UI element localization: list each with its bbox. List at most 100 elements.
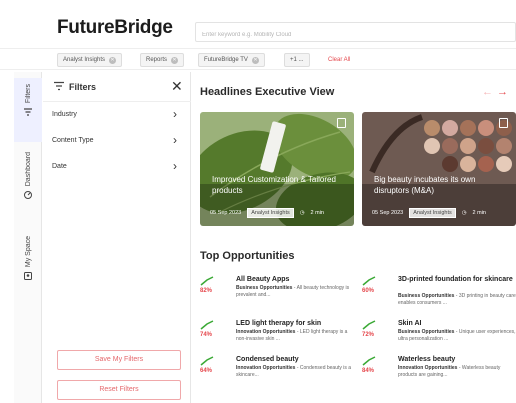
opportunity-name: Waterless beauty <box>398 356 456 363</box>
chevron-right-icon: › <box>173 107 177 121</box>
carousel-arrows: ← → <box>482 86 508 98</box>
card-meta: 05 Sep 2023 Analyst Insights ◷ 2 min <box>372 208 486 218</box>
opportunity-name: 3D-printed foundation for skincare <box>398 276 513 283</box>
rail-label-my-space: My Space <box>24 236 32 268</box>
headlines-title: Headlines Executive View <box>200 86 335 98</box>
chip-remove-icon[interactable]: ✕ <box>251 56 259 64</box>
opportunity-category: Innovation Opportunities <box>236 365 296 371</box>
reset-filters-button[interactable]: Reset Filters <box>57 380 181 400</box>
save-my-filters-button[interactable]: Save My Filters <box>57 350 181 370</box>
headline-card[interactable]: Improved Customization & Tailored produc… <box>200 112 354 226</box>
trend-up-icon <box>362 320 376 330</box>
applied-filters-bar: Analyst Insights ✕ Reports ✕ FutureBridg… <box>0 48 516 70</box>
chevron-right-icon: › <box>173 133 177 147</box>
opportunity-category: Innovation Opportunities <box>398 365 458 371</box>
my-space-icon <box>24 272 32 281</box>
clear-all-link[interactable]: Clear All <box>328 57 350 63</box>
dashboard-icon <box>24 191 32 200</box>
card-read-time: 2 min <box>310 210 324 216</box>
filter-row-label: Content Type <box>52 137 94 144</box>
opportunity-name: All Beauty Apps <box>236 276 290 283</box>
opportunity-description: Business Opportunities - 3D printing in … <box>398 293 516 306</box>
side-rail: Filters Dashboard My Space <box>14 72 42 403</box>
chip-label: Reports <box>146 57 168 63</box>
opportunity-category: Innovation Opportunities <box>236 329 296 335</box>
card-title: Improved Customization & Tailored produc… <box>212 175 336 195</box>
close-icon[interactable]: ✕ <box>171 78 183 95</box>
opportunity-category: Business Opportunities <box>398 329 455 335</box>
filter-row-industry[interactable]: Industry › <box>43 102 191 130</box>
headline-card[interactable]: Big beauty incubates its own disruptors … <box>362 112 516 226</box>
opportunity-percent: 84% <box>362 368 375 374</box>
app-header: FutureBridge <box>0 0 516 46</box>
opportunity-percent: 64% <box>200 368 213 374</box>
opportunity-percent: 72% <box>362 332 375 338</box>
chip-more[interactable]: +1 ... <box>284 53 310 67</box>
card-date: 05 Sep 2023 <box>210 210 242 216</box>
opportunity-item[interactable]: 60% 3D-printed foundation for skincare B… <box>362 276 516 314</box>
opportunity-name: Condensed beauty <box>236 356 299 363</box>
arrow-right-icon[interactable]: → <box>497 86 508 98</box>
trend-up-icon <box>200 320 214 330</box>
filter-icon <box>24 108 32 116</box>
opportunity-description: Business Opportunities - Unique user exp… <box>398 329 516 342</box>
chip-label: +1 ... <box>290 57 304 63</box>
filter-row-label: Industry <box>52 111 77 118</box>
chip-reports[interactable]: Reports ✕ <box>140 53 185 67</box>
main-content: Headlines Executive View ← → Improved Cus… <box>192 72 516 403</box>
rail-item-my-space[interactable]: My Space <box>14 232 42 292</box>
opportunity-item[interactable]: 84% Waterless beauty Innovation Opportun… <box>362 356 516 394</box>
top-opportunities-title: Top Opportunities <box>200 250 295 262</box>
opportunity-item[interactable]: 64% Condensed beauty Innovation Opportun… <box>200 356 360 394</box>
opportunity-name: LED light therapy for skin <box>236 320 322 327</box>
opportunity-percent: 74% <box>200 332 213 338</box>
trend-up-icon <box>200 356 214 366</box>
chip-futurebridge-tv[interactable]: FutureBridge TV ✕ <box>198 53 265 67</box>
search-input[interactable] <box>196 26 515 44</box>
filter-row-label: Date <box>52 163 67 170</box>
bookmark-icon[interactable] <box>499 118 508 128</box>
rail-label-filters: Filters <box>24 84 32 104</box>
card-read-time: 2 min <box>472 210 486 216</box>
opportunity-item[interactable]: 72% Skin AI Business Opportunities - Uni… <box>362 320 516 358</box>
opportunity-description: Business Opportunities - All beauty tech… <box>236 285 350 298</box>
opportunity-item[interactable]: 74% LED light therapy for skin Innovatio… <box>200 320 360 358</box>
opportunity-description: Innovation Opportunities - Waterless bea… <box>398 365 501 378</box>
filter-row-date[interactable]: Date › <box>43 154 191 182</box>
arrow-left-icon[interactable]: ← <box>482 86 493 98</box>
chip-label: FutureBridge TV <box>204 57 248 63</box>
trend-up-icon <box>200 276 214 286</box>
opportunity-percent: 60% <box>362 288 375 294</box>
card-date: 05 Sep 2023 <box>372 210 404 216</box>
opportunity-description: Innovation Opportunities - LED light the… <box>236 329 348 342</box>
chip-remove-icon[interactable]: ✕ <box>171 56 179 64</box>
clock-icon: ◷ <box>299 210 305 216</box>
chip-label: Analyst Insights <box>63 57 106 63</box>
rail-item-filters[interactable]: Filters <box>14 78 42 142</box>
card-title: Big beauty incubates its own disruptors … <box>374 175 476 195</box>
search-box[interactable] <box>195 22 516 44</box>
chip-analyst-insights[interactable]: Analyst Insights ✕ <box>57 53 123 67</box>
chevron-right-icon: › <box>173 159 177 173</box>
filters-panel: Filters ✕ Industry › Content Type › Date… <box>43 72 191 403</box>
opportunity-item[interactable]: 82% All Beauty Apps Business Opportuniti… <box>200 276 360 314</box>
trend-up-icon <box>362 356 376 366</box>
chip-remove-icon[interactable]: ✕ <box>109 56 117 64</box>
futurebridge-logo[interactable]: FutureBridge <box>57 17 173 39</box>
opportunity-category: Business Opportunities <box>398 293 455 299</box>
opportunity-name: Skin AI <box>398 320 422 327</box>
opportunity-description: Innovation Opportunities - Condensed bea… <box>236 365 352 378</box>
trend-up-icon <box>362 276 376 286</box>
filters-header: Filters ✕ <box>43 72 191 102</box>
rail-label-dashboard: Dashboard <box>24 152 32 187</box>
bookmark-icon[interactable] <box>337 118 346 128</box>
rail-item-dashboard[interactable]: Dashboard <box>14 148 42 228</box>
card-meta: 05 Sep 2023 Analyst Insights ◷ 2 min <box>210 208 324 218</box>
filter-row-content-type[interactable]: Content Type › <box>43 128 191 156</box>
card-tag: Analyst Insights <box>247 208 294 218</box>
opportunity-category: Business Opportunities <box>236 285 293 291</box>
opportunity-percent: 82% <box>200 288 213 294</box>
filters-title: Filters <box>69 82 97 92</box>
filter-lines-icon <box>54 81 64 91</box>
card-tag: Analyst Insights <box>409 208 456 218</box>
